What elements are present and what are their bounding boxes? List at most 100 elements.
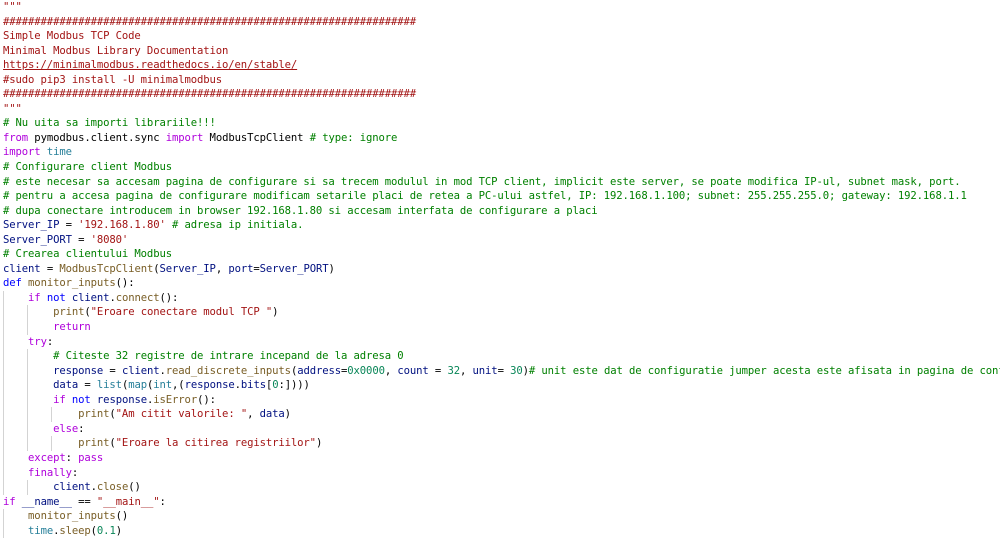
code-token: ModbusTcpClient xyxy=(203,131,310,144)
code-line[interactable]: print("Eroare conectare modul TCP ") xyxy=(0,305,1000,321)
code-token: response xyxy=(184,379,235,392)
code-line[interactable]: try: xyxy=(0,334,1000,350)
code-token: if xyxy=(3,495,16,508)
code-line[interactable]: Server_IP = '192.168.1.80' # adresa ip i… xyxy=(0,218,1000,233)
code-token: = xyxy=(59,219,79,232)
code-token: map xyxy=(128,379,147,392)
code-line[interactable]: time.sleep(0.1) xyxy=(0,523,1000,539)
indent-guide xyxy=(27,349,28,364)
code-token: Simple Modbus TCP Code xyxy=(3,30,141,43)
code-token: "__main__" xyxy=(96,495,160,508)
code-token: response xyxy=(96,393,147,406)
code-line[interactable]: print("Eroare la citirea registriilor") xyxy=(0,436,1000,451)
code-token: read_discrete_inputs xyxy=(165,364,291,377)
code-token: # unit este dat de configuratie jumper a… xyxy=(528,364,1000,377)
indent-guide xyxy=(3,392,4,408)
indent-guide xyxy=(27,421,28,437)
code-token: ModbusTcpClient xyxy=(59,262,154,275)
code-line[interactable]: if __name__ == "__main__": xyxy=(0,495,1000,510)
code-token: = xyxy=(40,262,60,275)
indent-guide xyxy=(27,407,28,422)
code-line[interactable]: https://minimalmodbus.readthedocs.io/en/… xyxy=(0,58,1000,73)
indent-guide xyxy=(27,378,28,393)
code-line[interactable]: from pymodbus.client.sync import ModbusT… xyxy=(0,131,1000,146)
code-line[interactable]: print("Am citit valorile: ", data) xyxy=(0,407,1000,422)
code-token: print xyxy=(78,437,110,450)
code-line[interactable]: # Nu uita sa importi librariile!!! xyxy=(0,116,1000,131)
code-line[interactable]: return xyxy=(0,320,1000,335)
code-line[interactable]: def monitor_inputs(): xyxy=(0,276,1000,291)
indent-guide xyxy=(3,305,4,321)
indent-guide xyxy=(3,480,4,495)
code-token: client xyxy=(53,481,91,494)
code-line[interactable]: # pentru a accesa pagina de configurare … xyxy=(0,189,1000,204)
code-token: bits xyxy=(240,379,266,392)
code-link[interactable]: https://minimalmodbus.readthedocs.io/en/… xyxy=(3,59,297,71)
code-token: data xyxy=(259,408,285,421)
indent-guide xyxy=(27,363,28,379)
code-line[interactable]: client.close() xyxy=(0,480,1000,495)
code-token: # adresa ip initiala. xyxy=(172,219,304,232)
code-token: == xyxy=(71,495,97,508)
code-line[interactable]: # Citeste 32 registre de intrare incepan… xyxy=(0,349,1000,364)
code-line[interactable]: monitor_inputs() xyxy=(0,509,1000,524)
code-token: else xyxy=(53,422,79,435)
indent-guide xyxy=(51,407,52,422)
code-token: ) xyxy=(284,408,291,421)
code-token: # pentru a accesa pagina de configurare … xyxy=(3,190,967,203)
indent-guide xyxy=(27,436,28,451)
code-token: monitor_inputs xyxy=(28,277,116,290)
code-token: , xyxy=(384,364,398,377)
indent-guide xyxy=(3,290,4,306)
code-token: print xyxy=(53,306,85,319)
code-token: import xyxy=(165,131,204,144)
indent-guide xyxy=(3,450,4,466)
code-line[interactable]: response = client.read_discrete_inputs(a… xyxy=(0,363,1000,379)
code-line[interactable]: ########################################… xyxy=(0,15,1000,30)
indent-guide xyxy=(3,378,4,393)
code-token: 30 xyxy=(510,364,523,377)
code-line[interactable]: """ xyxy=(0,0,1000,15)
indent-guide xyxy=(51,436,52,451)
code-line[interactable]: Server_PORT = '8080' xyxy=(0,233,1000,248)
code-token: Minimal Modbus Library Documentation xyxy=(3,44,229,57)
code-token: , xyxy=(459,364,473,377)
code-line[interactable]: Simple Modbus TCP Code xyxy=(0,29,1000,44)
code-token: (): xyxy=(197,393,216,406)
code-line[interactable]: #sudo pip3 install -U minimalmodbus xyxy=(0,73,1000,88)
code-line[interactable]: import time xyxy=(0,145,1000,160)
code-token: : xyxy=(71,466,79,479)
indent-guide xyxy=(3,465,4,481)
code-line[interactable]: else: xyxy=(0,421,1000,437)
code-line[interactable]: ########################################… xyxy=(0,87,1000,102)
indent-guide xyxy=(3,349,4,364)
code-line[interactable]: data = list(map(int,(response.bits[0:]))… xyxy=(0,378,1000,393)
code-line[interactable]: """ xyxy=(0,102,1000,117)
code-line[interactable]: if not response.isError(): xyxy=(0,392,1000,408)
code-line[interactable]: Minimal Modbus Library Documentation xyxy=(0,44,1000,59)
code-line[interactable]: # Configurare client Modbus xyxy=(0,160,1000,175)
code-token: : xyxy=(65,451,79,464)
code-line[interactable]: # Crearea clientului Modbus xyxy=(0,247,1000,262)
code-token: , xyxy=(247,408,260,421)
code-line[interactable]: if not client.connect(): xyxy=(0,290,1000,306)
code-token: time xyxy=(40,146,72,159)
code-line[interactable]: except: pass xyxy=(0,450,1000,466)
code-editor[interactable]: """ #####################################… xyxy=(0,0,1000,543)
code-line[interactable]: # dupa conectare introducem in browser 1… xyxy=(0,204,1000,219)
code-token: not xyxy=(46,291,66,304)
indent-guide xyxy=(3,320,4,335)
code-token: monitor_inputs xyxy=(28,510,116,523)
code-line[interactable]: # este necesar sa accesam pagina de conf… xyxy=(0,175,1000,190)
code-token: Server_PORT xyxy=(259,262,329,275)
indent-guide xyxy=(27,392,28,408)
code-line[interactable]: finally: xyxy=(0,465,1000,481)
code-line[interactable]: client = ModbusTcpClient(Server_IP, port… xyxy=(0,262,1000,277)
